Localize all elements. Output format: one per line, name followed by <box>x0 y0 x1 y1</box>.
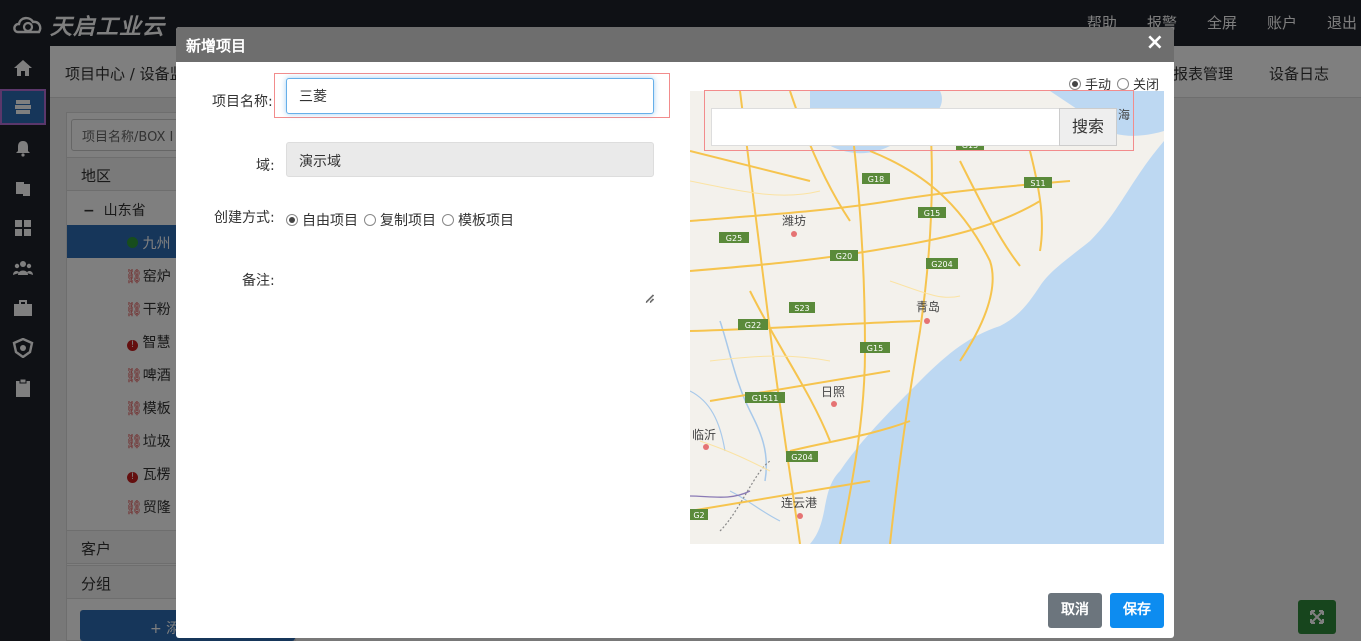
resize-grip-icon[interactable] <box>644 293 654 303</box>
map-city-label: 日照 <box>821 385 845 399</box>
road-shield-label: G20 <box>836 252 852 261</box>
map-city-label: 临沂 <box>692 428 716 442</box>
project-name-input[interactable] <box>286 78 654 114</box>
radio-label: 复制项目 <box>380 213 436 229</box>
new-project-dialog: 新增项目 × 项目名称: 域: 演示域 创建方式: 自由项目 复制项目 模板项目… <box>176 27 1174 638</box>
radio-checked-icon[interactable] <box>1069 77 1081 90</box>
project-name-label: 项目名称: <box>212 94 273 110</box>
radio-template-project[interactable]: 模板项目 <box>442 210 514 230</box>
radio-checked-icon[interactable] <box>286 214 298 226</box>
radio-label: 模板项目 <box>458 213 514 229</box>
radio-free-project[interactable]: 自由项目 <box>286 210 358 230</box>
create-method-label: 创建方式: <box>214 210 275 226</box>
road-shield-label: G22 <box>745 321 761 330</box>
map-search-highlight-box <box>704 90 1134 151</box>
road-shield-label: G2 <box>693 511 704 520</box>
cancel-button[interactable]: 取消 <box>1048 593 1102 628</box>
map-city-label: 潍坊 <box>782 213 806 228</box>
road-shield-label: S11 <box>1030 179 1045 188</box>
radio-unchecked-icon[interactable] <box>364 214 376 226</box>
road-shield-label: G1511 <box>752 394 779 403</box>
road-shield-label: G15 <box>924 209 940 218</box>
notes-label: 备注: <box>242 273 275 289</box>
road-shield-label: G204 <box>931 260 952 269</box>
road-shield-label: S23 <box>794 304 809 313</box>
radio-unchecked-icon[interactable] <box>442 214 454 226</box>
road-shield-label: G15 <box>867 344 883 353</box>
dialog-title: 新增项目 <box>186 37 247 55</box>
map-city-label: 青岛 <box>916 299 940 314</box>
notes-textarea[interactable] <box>286 263 654 303</box>
location-map[interactable]: 潍坊 青岛 日照 临沂 连云港 海 G18 G15 S11 G25 G20 G2… <box>690 91 1164 544</box>
save-button[interactable]: 保存 <box>1110 593 1164 628</box>
road-shield-label: G204 <box>791 453 812 462</box>
dialog-header: 新增项目 × <box>176 27 1174 62</box>
road-shield-label: G18 <box>868 175 884 184</box>
radio-copy-project[interactable]: 复制项目 <box>364 210 436 230</box>
create-method-radio-group: 自由项目 复制项目 模板项目 <box>286 210 520 230</box>
road-shield-label: G25 <box>726 234 742 243</box>
radio-label: 自由项目 <box>302 213 358 229</box>
radio-unchecked-icon[interactable] <box>1117 77 1130 90</box>
domain-label: 域: <box>256 158 275 174</box>
map-city-label: 连云港 <box>781 495 817 510</box>
domain-field: 演示域 <box>286 142 654 177</box>
close-icon[interactable]: × <box>1146 31 1164 55</box>
map-canvas: 潍坊 青岛 日照 临沂 连云港 海 G18 G15 S11 G25 G20 G2… <box>690 91 1164 544</box>
